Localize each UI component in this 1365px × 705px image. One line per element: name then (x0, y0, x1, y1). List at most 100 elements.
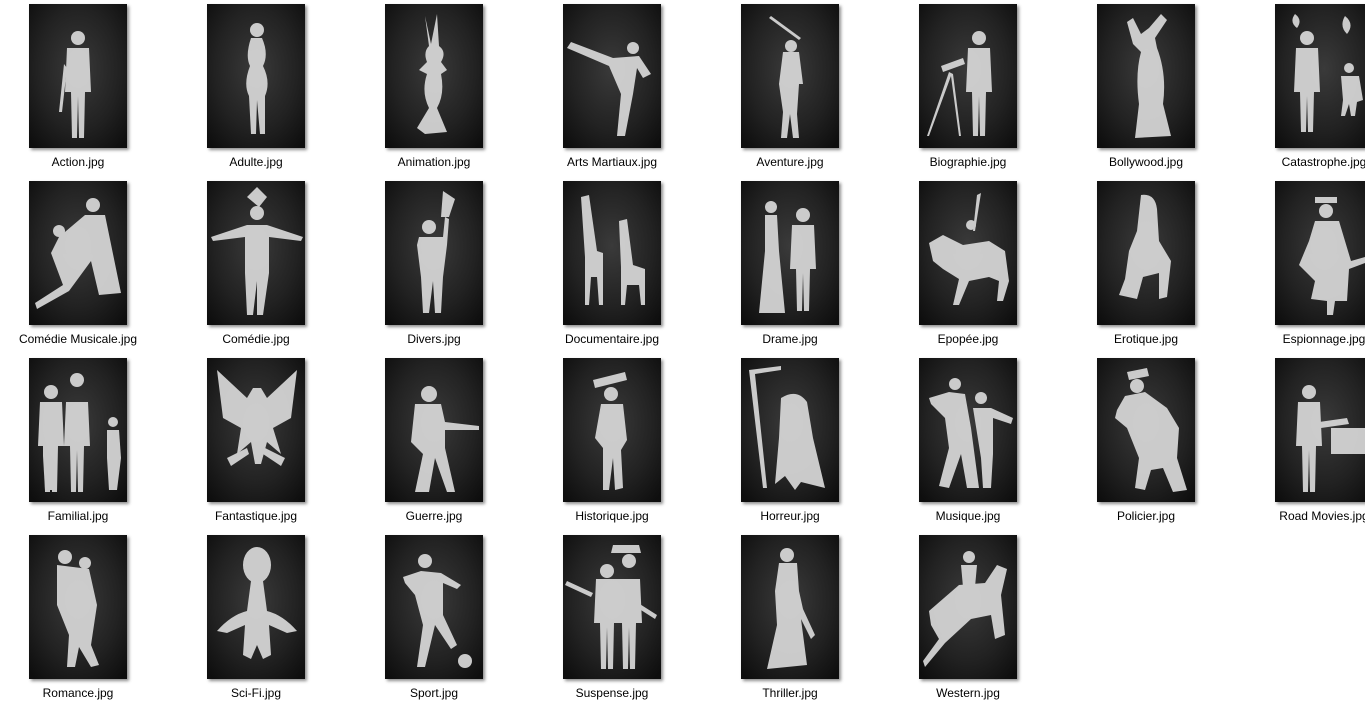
file-name-label[interactable]: Aventure.jpg (700, 154, 880, 170)
file-thumbnail[interactable] (207, 4, 305, 148)
file-item[interactable]: Divers.jpg (354, 177, 514, 354)
file-item[interactable]: Fantastique.jpg (176, 354, 336, 531)
grim-reaper-silhouette-icon (741, 358, 839, 502)
file-name-label[interactable]: Musique.jpg (878, 508, 1058, 524)
giraffes-silhouette-icon (563, 181, 661, 325)
file-name-label[interactable]: Comédie Musicale.jpg (0, 331, 168, 347)
file-item[interactable]: Drame.jpg (710, 177, 870, 354)
file-item[interactable]: Arts Martiaux.jpg (532, 0, 692, 177)
file-name-label[interactable]: Arts Martiaux.jpg (522, 154, 702, 170)
file-name-label[interactable]: Animation.jpg (344, 154, 524, 170)
file-thumbnail[interactable] (741, 535, 839, 679)
file-thumbnail[interactable] (1097, 181, 1195, 325)
file-thumbnail[interactable] (385, 181, 483, 325)
file-item[interactable]: Romance.jpg (0, 531, 158, 705)
file-thumbnail[interactable] (563, 535, 661, 679)
file-thumbnail[interactable] (1275, 358, 1365, 502)
file-item[interactable]: Bollywood.jpg (1066, 0, 1226, 177)
karate-kick-silhouette-icon (563, 4, 661, 148)
file-thumbnail[interactable] (919, 4, 1017, 148)
file-item[interactable]: Thriller.jpg (710, 531, 870, 705)
file-name-label[interactable]: Action.jpg (0, 154, 168, 170)
file-item[interactable]: Documentaire.jpg (532, 177, 692, 354)
file-thumbnail[interactable] (741, 358, 839, 502)
file-item[interactable]: Road Movies.jpg (1244, 354, 1365, 531)
file-item[interactable]: Western.jpg (888, 531, 1048, 705)
file-item[interactable]: Comédie.jpg (176, 177, 336, 354)
file-thumbnail[interactable] (563, 4, 661, 148)
file-thumbnail[interactable] (919, 358, 1017, 502)
file-item[interactable]: Policier.jpg (1066, 354, 1226, 531)
file-name-label[interactable]: Suspense.jpg (522, 685, 702, 701)
file-item[interactable]: Animation.jpg (354, 0, 514, 177)
file-thumbnail[interactable] (741, 4, 839, 148)
file-name-label[interactable]: Familial.jpg (0, 508, 168, 524)
file-thumbnail[interactable] (563, 358, 661, 502)
alien-silhouette-icon (207, 535, 305, 679)
file-name-label[interactable]: Erotique.jpg (1056, 331, 1236, 347)
file-item[interactable]: Guerre.jpg (354, 354, 514, 531)
file-item[interactable]: Sport.jpg (354, 531, 514, 705)
file-item[interactable]: Action.jpg (0, 0, 158, 177)
embracing-couple-silhouette-icon (29, 535, 127, 679)
file-thumbnail[interactable] (919, 535, 1017, 679)
file-item[interactable]: Familial.jpg (0, 354, 158, 531)
file-thumbnail[interactable] (1097, 358, 1195, 502)
file-item[interactable]: Epopée.jpg (888, 177, 1048, 354)
napoleon-silhouette-icon (563, 358, 661, 502)
file-thumbnail[interactable] (207, 358, 305, 502)
file-name-label[interactable]: Catastrophe.jpg (1234, 154, 1365, 170)
file-thumbnail[interactable] (385, 535, 483, 679)
file-item[interactable]: Horreur.jpg (710, 354, 870, 531)
file-item[interactable]: Biographie.jpg (888, 0, 1048, 177)
file-item[interactable]: Espionnage.jpg (1244, 177, 1365, 354)
file-name-label[interactable]: Divers.jpg (344, 331, 524, 347)
file-name-label[interactable]: Thriller.jpg (700, 685, 880, 701)
file-thumbnail[interactable] (919, 181, 1017, 325)
file-name-label[interactable]: Historique.jpg (522, 508, 702, 524)
file-name-label[interactable]: Guerre.jpg (344, 508, 524, 524)
file-name-label[interactable]: Road Movies.jpg (1234, 508, 1365, 524)
file-thumbnail[interactable] (385, 4, 483, 148)
file-item[interactable]: Catastrophe.jpg (1244, 0, 1365, 177)
file-thumbnail[interactable] (741, 181, 839, 325)
file-name-label[interactable]: Adulte.jpg (166, 154, 346, 170)
file-name-label[interactable]: Romance.jpg (0, 685, 168, 701)
file-thumbnail[interactable] (385, 358, 483, 502)
file-name-label[interactable]: Biographie.jpg (878, 154, 1058, 170)
file-thumbnail[interactable] (29, 358, 127, 502)
file-thumbnail[interactable] (1275, 181, 1365, 325)
file-name-label[interactable]: Epopée.jpg (878, 331, 1058, 347)
file-name-label[interactable]: Comédie.jpg (166, 331, 346, 347)
file-name-label[interactable]: Bollywood.jpg (1056, 154, 1236, 170)
file-item[interactable]: Adulte.jpg (176, 0, 336, 177)
file-thumbnail[interactable] (29, 535, 127, 679)
file-thumbnail[interactable] (207, 535, 305, 679)
file-name-label[interactable]: Fantastique.jpg (166, 508, 346, 524)
file-name-label[interactable]: Sport.jpg (344, 685, 524, 701)
file-thumbnail[interactable] (1275, 4, 1365, 148)
file-item[interactable]: Musique.jpg (888, 354, 1048, 531)
file-name-label[interactable]: Western.jpg (878, 685, 1058, 701)
file-item[interactable]: Historique.jpg (532, 354, 692, 531)
file-name-label[interactable]: Documentaire.jpg (522, 331, 702, 347)
file-name-label[interactable]: Espionnage.jpg (1234, 331, 1365, 347)
file-thumbnail[interactable] (207, 181, 305, 325)
file-item[interactable]: Erotique.jpg (1066, 177, 1226, 354)
spy-with-gun-silhouette-icon (1275, 181, 1365, 325)
file-item[interactable]: Suspense.jpg (532, 531, 692, 705)
file-item[interactable]: Comédie Musicale.jpg (0, 177, 158, 354)
file-thumbnail[interactable] (563, 181, 661, 325)
file-name-label[interactable]: Policier.jpg (1056, 508, 1236, 524)
file-thumbnail[interactable] (29, 4, 127, 148)
file-name-label[interactable]: Horreur.jpg (700, 508, 880, 524)
file-thumbnail[interactable] (1097, 4, 1195, 148)
file-thumbnail[interactable] (29, 181, 127, 325)
file-item[interactable]: Sci-Fi.jpg (176, 531, 336, 705)
family-silhouette-icon (29, 358, 127, 502)
file-name-label[interactable]: Sci-Fi.jpg (166, 685, 346, 701)
man-raising-object-silhouette-icon (385, 181, 483, 325)
file-name-label[interactable]: Drame.jpg (700, 331, 880, 347)
hitchhiker-silhouette-icon (1275, 358, 1365, 502)
file-item[interactable]: Aventure.jpg (710, 0, 870, 177)
